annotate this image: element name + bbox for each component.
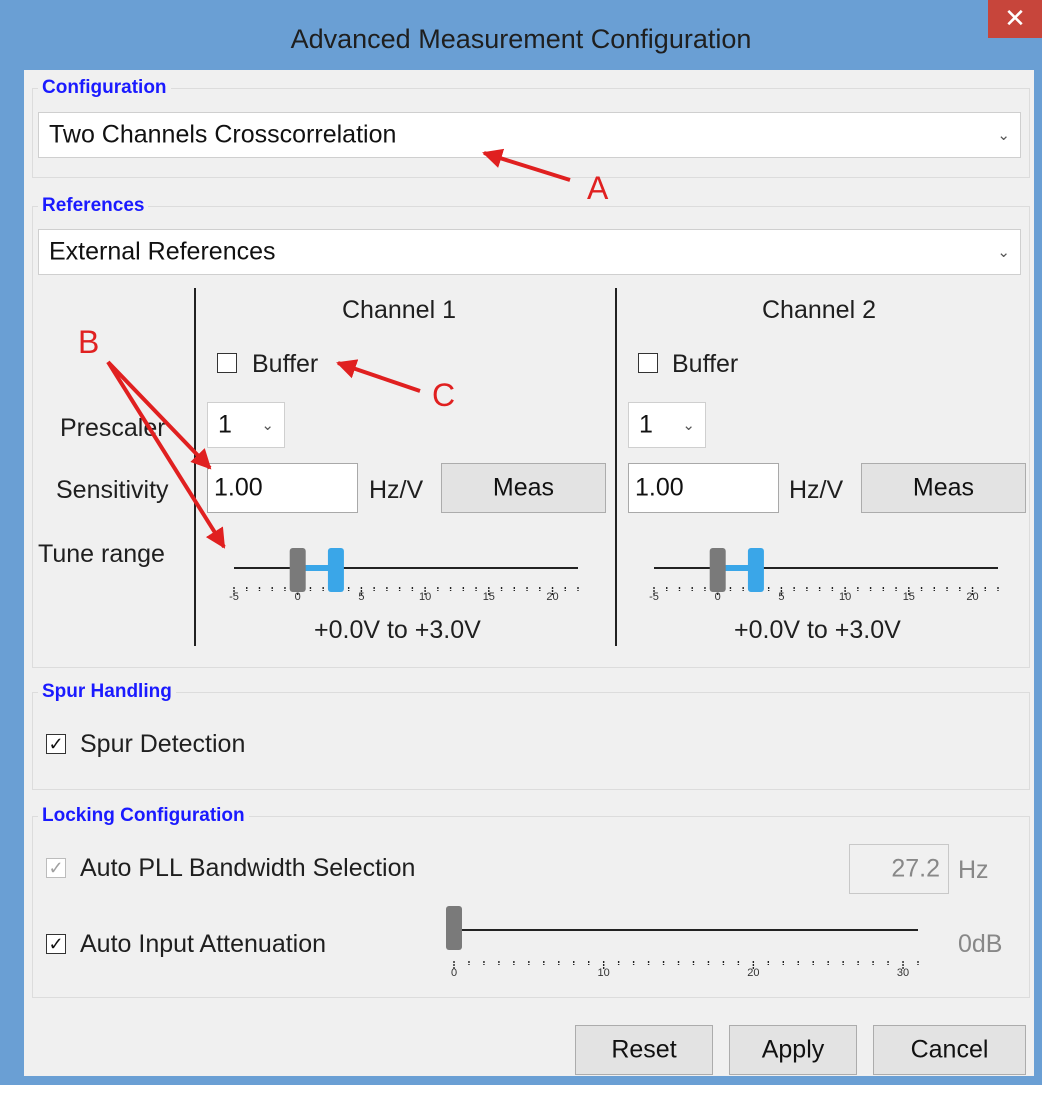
annotation-overlay [106,148,571,549]
annotation-c-label: C [432,377,456,413]
annotation-c-arrow [336,359,421,393]
annotation-a-label: A [587,170,609,206]
annotation-a-arrow [482,148,571,182]
annotation-b-label: B [78,324,100,360]
annotation-b-arrow-2 [106,360,226,549]
annotation-b-arrow-1 [106,360,212,470]
